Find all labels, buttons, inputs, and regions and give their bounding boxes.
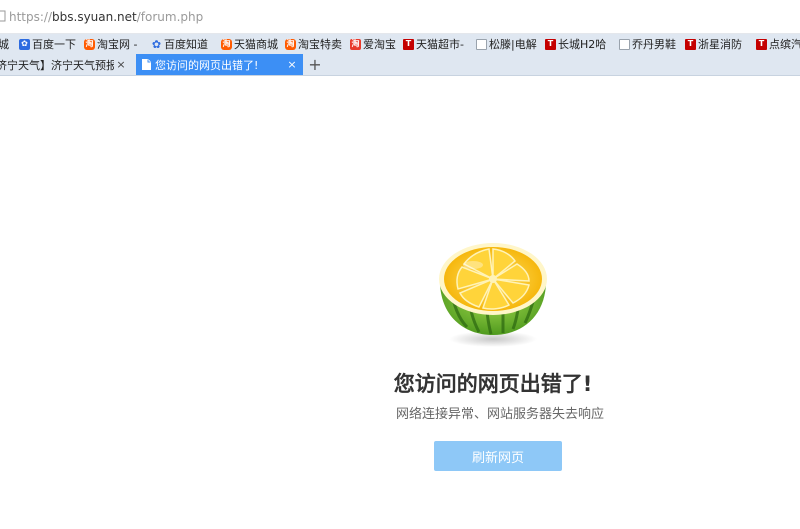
bookmark-label: 百度知道	[164, 38, 208, 51]
taobao-icon: 淘	[221, 38, 232, 50]
bookmark-label: 乔丹男鞋	[632, 38, 676, 51]
tab-strip: 济宁天气】济宁天气预报 × 您访问的网页出错了! × +	[0, 54, 800, 76]
bookmark-label: 百度一下	[32, 38, 76, 51]
bookmarks-bar: 城 ✿ 百度一下 淘 淘宝网 - ✿ 百度知道 淘 天猫商城 淘 淘宝特卖 淘 …	[0, 34, 800, 54]
page-icon	[619, 38, 630, 50]
tab-weather[interactable]: 济宁天气】济宁天气预报 ×	[0, 54, 132, 75]
url-text[interactable]: https://bbs.syuan.net/forum.php	[9, 10, 203, 24]
error-title: 您访问的网页出错了!	[393, 372, 593, 396]
bookmark-item[interactable]: 淘 淘宝网 -	[84, 37, 137, 51]
bookmark-label: 淘宝特卖	[298, 38, 342, 51]
refresh-page-button[interactable]: 刷新网页	[434, 441, 562, 471]
bookmark-item[interactable]: 松滕|电解	[476, 37, 537, 51]
bookmark-item[interactable]: T 点缤汽	[756, 37, 800, 51]
bookmark-label: 城	[0, 38, 9, 51]
address-bar[interactable]: https://bbs.syuan.net/forum.php	[0, 0, 800, 34]
taobao-icon: 淘	[285, 38, 296, 50]
tmall-icon: T	[545, 38, 556, 50]
url-path: /forum.php	[136, 10, 204, 24]
bookmark-label: 天猫商城	[234, 38, 278, 51]
tmall-icon: T	[756, 38, 767, 50]
bookmark-label: 天猫超市-	[416, 38, 464, 51]
bookmark-label: 点缤汽	[769, 38, 800, 51]
bookmark-item[interactable]: 乔丹男鞋	[619, 37, 676, 51]
baidu-icon: ✿	[19, 38, 30, 50]
url-host: bbs.syuan.net	[52, 10, 137, 24]
tmall-icon: T	[403, 38, 414, 50]
bookmark-item[interactable]: 淘 天猫商城	[221, 37, 278, 51]
bookmark-label: 爱淘宝	[363, 38, 396, 51]
taobao-icon: 淘	[84, 38, 95, 50]
tab-label: 您访问的网页出错了!	[155, 58, 259, 72]
bookmark-label: 松滕|电解	[489, 38, 537, 51]
bookmark-item[interactable]: T 天猫超市-	[403, 37, 464, 51]
bookmark-label: 淘宝网 -	[97, 38, 138, 51]
bookmark-item[interactable]: ✿ 百度一下	[19, 37, 76, 51]
bookmark-item[interactable]: ✿ 百度知道	[151, 37, 208, 51]
baidu-paw-icon: ✿	[151, 37, 162, 51]
close-icon[interactable]: ×	[285, 58, 299, 71]
url-scheme: https://	[9, 10, 53, 24]
tmall-icon: T	[685, 38, 696, 50]
tab-label: 济宁天气】济宁天气预报	[0, 58, 114, 72]
ai-taobao-icon: 淘	[350, 38, 361, 50]
lemon-illustration-icon	[439, 243, 547, 347]
bookmark-item[interactable]: 淘 淘宝特卖	[285, 37, 342, 51]
page-icon	[476, 38, 487, 50]
new-tab-button[interactable]: +	[306, 54, 324, 75]
close-icon[interactable]: ×	[114, 58, 128, 71]
error-subtitle: 网络连接异常、网站服务器失去响应	[395, 407, 604, 422]
tab-error-page[interactable]: 您访问的网页出错了! ×	[136, 54, 303, 75]
bookmark-label: 浙星消防	[698, 38, 742, 51]
bookmark-label: 长城H2哈	[558, 38, 607, 51]
bookmark-item[interactable]: T 长城H2哈	[545, 37, 606, 51]
bookmark-item[interactable]: T 浙星消防	[685, 37, 742, 51]
bookmark-item[interactable]: 城	[0, 37, 9, 51]
page-icon	[142, 59, 151, 70]
page-info-icon[interactable]	[0, 10, 6, 22]
bookmark-item[interactable]: 淘 爱淘宝	[350, 37, 396, 51]
